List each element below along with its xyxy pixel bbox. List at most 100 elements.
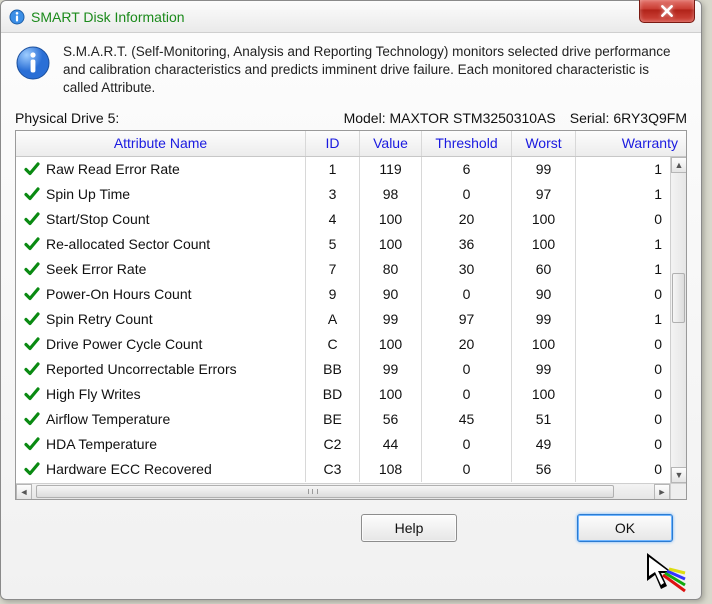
col-header-value[interactable]: Value bbox=[360, 131, 422, 156]
scroll-down-arrow-icon[interactable]: ▼ bbox=[671, 467, 686, 483]
check-icon bbox=[24, 336, 40, 352]
attr-threshold: 0 bbox=[422, 357, 512, 382]
attr-warranty: 0 bbox=[576, 457, 670, 482]
attr-id: BB bbox=[306, 357, 360, 382]
table-row[interactable]: High Fly WritesBD10001000 bbox=[16, 382, 670, 407]
check-icon bbox=[24, 236, 40, 252]
check-icon bbox=[24, 211, 40, 227]
attr-id: 5 bbox=[306, 232, 360, 257]
hscroll-track[interactable] bbox=[32, 484, 654, 499]
attr-warranty: 1 bbox=[576, 307, 670, 332]
attr-threshold: 0 bbox=[422, 382, 512, 407]
attr-id: 1 bbox=[306, 157, 360, 182]
attr-worst: 99 bbox=[512, 307, 576, 332]
scroll-up-arrow-icon[interactable]: ▲ bbox=[671, 157, 686, 173]
col-header-warranty[interactable]: Warranty bbox=[576, 131, 686, 156]
smart-attribute-grid: Attribute Name ID Value Threshold Worst … bbox=[15, 130, 687, 500]
attr-worst: 100 bbox=[512, 332, 576, 357]
serial-label: Serial: bbox=[570, 110, 610, 126]
attr-worst: 100 bbox=[512, 207, 576, 232]
attr-threshold: 45 bbox=[422, 407, 512, 432]
attr-threshold: 36 bbox=[422, 232, 512, 257]
table-row[interactable]: Airflow TemperatureBE5645510 bbox=[16, 407, 670, 432]
info-large-icon bbox=[15, 45, 51, 81]
attr-id: 3 bbox=[306, 182, 360, 207]
table-row[interactable]: Reported Uncorrectable ErrorsBB990990 bbox=[16, 357, 670, 382]
table-row[interactable]: Spin Retry CountA9997991 bbox=[16, 307, 670, 332]
check-icon bbox=[24, 411, 40, 427]
col-header-threshold[interactable]: Threshold bbox=[422, 131, 512, 156]
attr-name: Start/Stop Count bbox=[46, 211, 150, 227]
attr-warranty: 0 bbox=[576, 357, 670, 382]
table-row[interactable]: Raw Read Error Rate11196991 bbox=[16, 157, 670, 182]
hscroll-thumb[interactable] bbox=[36, 485, 614, 498]
attr-warranty: 0 bbox=[576, 207, 670, 232]
attr-warranty: 0 bbox=[576, 332, 670, 357]
attr-name: Spin Up Time bbox=[46, 186, 130, 202]
attr-threshold: 0 bbox=[422, 457, 512, 482]
scroll-right-arrow-icon[interactable]: ► bbox=[654, 484, 670, 499]
close-button[interactable] bbox=[639, 0, 695, 23]
attr-value: 56 bbox=[360, 407, 422, 432]
attr-threshold: 97 bbox=[422, 307, 512, 332]
attr-id: 7 bbox=[306, 257, 360, 282]
attr-value: 119 bbox=[360, 157, 422, 182]
attr-worst: 99 bbox=[512, 357, 576, 382]
dialog-footer: Help OK bbox=[15, 500, 687, 542]
attr-name: Drive Power Cycle Count bbox=[46, 336, 202, 352]
attr-id: 4 bbox=[306, 207, 360, 232]
attr-warranty: 0 bbox=[576, 432, 670, 457]
table-row[interactable]: Drive Power Cycle CountC100201000 bbox=[16, 332, 670, 357]
attr-value: 90 bbox=[360, 282, 422, 307]
check-icon bbox=[24, 261, 40, 277]
col-header-id[interactable]: ID bbox=[306, 131, 360, 156]
table-row[interactable]: HDA TemperatureC2440490 bbox=[16, 432, 670, 457]
attr-name: Spin Retry Count bbox=[46, 311, 153, 327]
table-row[interactable]: Power-On Hours Count9900900 bbox=[16, 282, 670, 307]
attr-name: Re-allocated Sector Count bbox=[46, 236, 210, 252]
check-icon bbox=[24, 311, 40, 327]
intro-block: S.M.A.R.T. (Self-Monitoring, Analysis an… bbox=[15, 43, 687, 98]
attr-value: 99 bbox=[360, 357, 422, 382]
drive-label: Physical Drive 5: bbox=[15, 110, 119, 126]
attr-threshold: 0 bbox=[422, 282, 512, 307]
table-row[interactable]: Start/Stop Count4100201000 bbox=[16, 207, 670, 232]
col-header-name[interactable]: Attribute Name bbox=[16, 131, 306, 156]
attr-threshold: 0 bbox=[422, 182, 512, 207]
col-header-worst[interactable]: Worst bbox=[512, 131, 576, 156]
attr-warranty: 1 bbox=[576, 157, 670, 182]
scroll-left-arrow-icon[interactable]: ◄ bbox=[16, 484, 32, 499]
ok-button[interactable]: OK bbox=[577, 514, 673, 542]
vscroll-track[interactable] bbox=[671, 173, 686, 467]
table-row[interactable]: Seek Error Rate78030601 bbox=[16, 257, 670, 282]
attr-value: 100 bbox=[360, 232, 422, 257]
attr-id: A bbox=[306, 307, 360, 332]
attr-name: HDA Temperature bbox=[46, 436, 157, 452]
attr-worst: 100 bbox=[512, 382, 576, 407]
table-row[interactable]: Hardware ECC RecoveredC31080560 bbox=[16, 457, 670, 482]
grid-rows: Raw Read Error Rate11196991Spin Up Time3… bbox=[16, 157, 670, 483]
horizontal-scrollbar[interactable]: ◄ ► bbox=[16, 483, 670, 499]
attr-warranty: 1 bbox=[576, 232, 670, 257]
help-button[interactable]: Help bbox=[361, 514, 457, 542]
attr-name: Seek Error Rate bbox=[46, 261, 146, 277]
attr-value: 99 bbox=[360, 307, 422, 332]
attr-worst: 49 bbox=[512, 432, 576, 457]
vertical-scrollbar[interactable]: ▲ ▼ bbox=[670, 157, 686, 483]
attr-id: BD bbox=[306, 382, 360, 407]
check-icon bbox=[24, 361, 40, 377]
attr-value: 100 bbox=[360, 382, 422, 407]
attr-threshold: 20 bbox=[422, 332, 512, 357]
attr-worst: 100 bbox=[512, 232, 576, 257]
check-icon bbox=[24, 436, 40, 452]
drive-meta: Physical Drive 5: Model: MAXTOR STM32503… bbox=[15, 110, 687, 126]
table-row[interactable]: Re-allocated Sector Count5100361001 bbox=[16, 232, 670, 257]
attr-id: C2 bbox=[306, 432, 360, 457]
vscroll-thumb[interactable] bbox=[672, 273, 685, 323]
intro-text: S.M.A.R.T. (Self-Monitoring, Analysis an… bbox=[63, 43, 687, 98]
smart-info-dialog: SMART Disk Information bbox=[0, 0, 702, 600]
attr-name: Raw Read Error Rate bbox=[46, 161, 180, 177]
attr-name: Reported Uncorrectable Errors bbox=[46, 361, 237, 377]
table-row[interactable]: Spin Up Time3980971 bbox=[16, 182, 670, 207]
attr-threshold: 0 bbox=[422, 432, 512, 457]
